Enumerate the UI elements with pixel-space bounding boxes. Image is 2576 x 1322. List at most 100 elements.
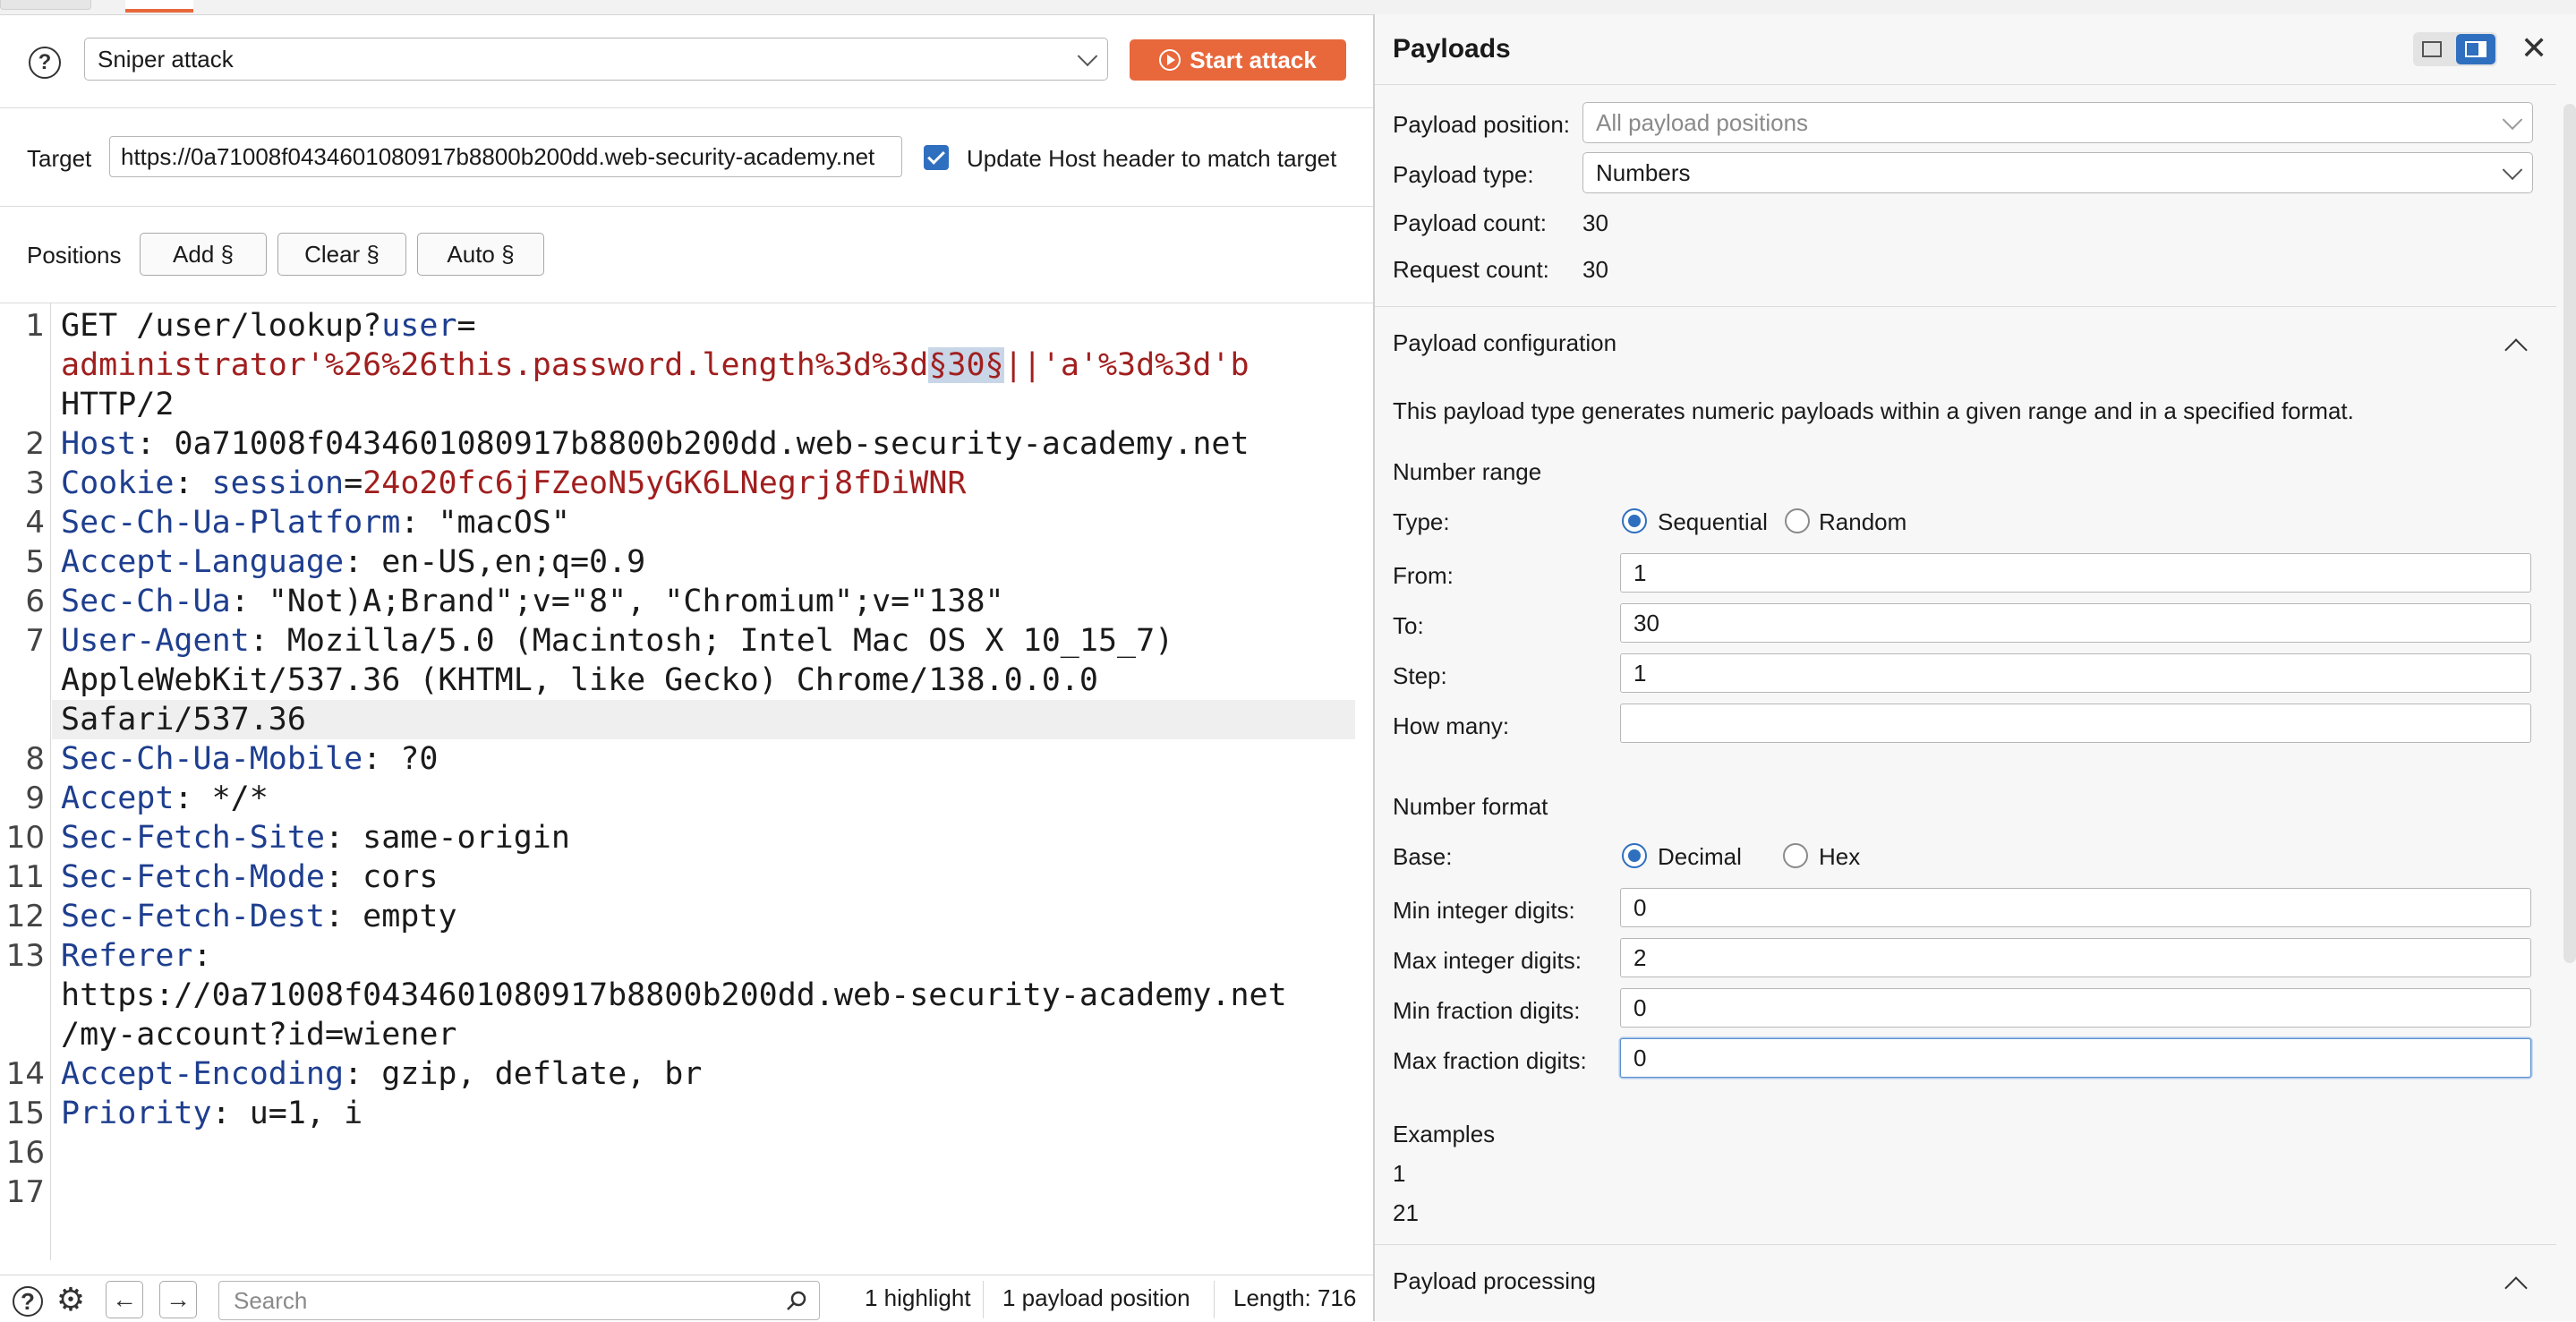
max-fraction-digits-input[interactable]: 0 [1620, 1038, 2531, 1078]
line-number: 16 [5, 1135, 45, 1171]
payload-type-select[interactable]: Numbers [1582, 152, 2533, 193]
chevron-down-icon [2502, 159, 2523, 181]
request-count-label: Request count: [1393, 256, 1549, 283]
payloads-title: Payloads [1393, 34, 1511, 64]
top-tab-strip [0, 0, 2576, 15]
line-number: 14 [5, 1056, 45, 1092]
previous-arrow-icon[interactable]: ← [106, 1281, 143, 1318]
payload-marker: §30§ [928, 347, 1004, 383]
request-line[interactable]: Sec-Ch-Ua: "Not)A;Brand";v="8", "Chromiu… [61, 582, 1004, 621]
header-name: Cookie [61, 465, 175, 501]
random-label: Random [1819, 508, 1907, 535]
header-name: User-Agent [61, 623, 250, 659]
request-line[interactable]: AppleWebKit/537.36 (KHTML, like Gecko) C… [61, 661, 1098, 700]
update-host-checkbox[interactable] [924, 145, 949, 170]
search-icon [787, 1291, 806, 1310]
request-line[interactable]: Referer: [61, 936, 212, 976]
max-integer-digits-input[interactable]: 2 [1620, 938, 2531, 977]
step-input[interactable]: 1 [1620, 653, 2531, 693]
start-attack-button[interactable]: Start attack [1130, 39, 1346, 81]
panel-scrollbar[interactable] [2563, 104, 2576, 963]
request-line[interactable]: Sec-Fetch-Dest: empty [61, 897, 457, 936]
collapse-chevron-icon[interactable] [2504, 338, 2528, 362]
example-item: 1 [1393, 1160, 1406, 1187]
highlight-count: 1 highlight [865, 1284, 971, 1311]
request-text: : */* [174, 780, 269, 816]
search-input[interactable]: Search [218, 1281, 820, 1320]
tab-active[interactable] [125, 0, 193, 13]
layout-split-icon[interactable] [2456, 34, 2495, 64]
tab-inactive[interactable] [0, 0, 91, 10]
help-icon[interactable]: ? [13, 1286, 43, 1317]
payload-position-select[interactable]: All payload positions [1582, 102, 2533, 143]
request-line[interactable]: Accept-Language: en-US,en;q=0.9 [61, 542, 645, 582]
close-icon[interactable]: ✕ [2521, 32, 2547, 64]
hex-label: Hex [1819, 843, 1861, 870]
payload-processing-title: Payload processing [1393, 1267, 1596, 1294]
add-marker-button[interactable]: Add § [140, 233, 267, 276]
param-value: 24o20fc6jFZeoN5yGK6LNegrj8fDiWNR [363, 465, 967, 501]
request-line[interactable]: Sec-Ch-Ua-Platform: "macOS" [61, 503, 570, 542]
random-radio[interactable] [1785, 508, 1810, 533]
how-many-input[interactable] [1620, 704, 2531, 743]
request-text: : ?0 [363, 741, 439, 777]
decimal-radio[interactable] [1622, 843, 1647, 868]
request-line[interactable]: User-Agent: Mozilla/5.0 (Macintosh; Inte… [61, 621, 1173, 661]
request-line[interactable]: Host: 0a71008f0434601080917b8800b200dd.w… [61, 424, 1250, 464]
request-line[interactable]: administrator'%26%26this.password.length… [61, 345, 1250, 385]
to-label: To: [1393, 612, 1424, 639]
base-label: Base: [1393, 843, 1453, 870]
request-line[interactable]: Sec-Fetch-Site: same-origin [61, 818, 570, 857]
number-format-title: Number format [1393, 793, 1548, 820]
line-number: 1 [25, 308, 45, 344]
request-line[interactable]: Accept: */* [61, 779, 269, 818]
hex-radio[interactable] [1783, 843, 1808, 868]
from-input[interactable]: 1 [1620, 553, 2531, 593]
line-number: 4 [25, 505, 45, 541]
sequential-radio[interactable] [1622, 508, 1647, 533]
gear-icon[interactable]: ⚙ [55, 1281, 86, 1318]
request-line[interactable]: Accept-Encoding: gzip, deflate, br [61, 1054, 702, 1094]
request-line[interactable]: Safari/537.36 [61, 700, 306, 739]
min-fraction-digits-input[interactable]: 0 [1620, 988, 2531, 1028]
auto-marker-button[interactable]: Auto § [417, 233, 544, 276]
request-line[interactable]: GET /user/lookup?user= [61, 306, 476, 345]
attack-type-select[interactable]: Sniper attack [84, 38, 1108, 81]
editor-status-bar: ? ⚙ ← → Search 1 highlight 1 payload pos… [0, 1275, 1373, 1322]
request-line[interactable]: Priority: u=1, i [61, 1094, 363, 1133]
line-number: 13 [5, 938, 45, 974]
help-icon[interactable]: ? [29, 47, 61, 79]
request-text: : "Not)A;Brand";v="8", "Chromium";v="138… [230, 584, 1004, 619]
chevron-down-icon [2502, 109, 2523, 131]
request-line[interactable]: Cookie: session=24o20fc6jFZeoN5yGK6LNegr… [61, 464, 966, 503]
request-line[interactable]: https://0a71008f0434601080917b8800b200dd… [61, 976, 1287, 1015]
examples-title: Examples [1393, 1121, 1496, 1147]
header-name: Accept [61, 780, 175, 816]
layout-toggle[interactable] [2413, 32, 2497, 66]
request-text: : [192, 938, 212, 974]
clear-marker-button[interactable]: Clear § [277, 233, 406, 276]
header-name: Referer [61, 938, 193, 974]
to-input[interactable]: 30 [1620, 603, 2531, 643]
header-name: Sec-Fetch-Mode [61, 859, 326, 895]
next-arrow-icon[interactable]: → [159, 1281, 197, 1318]
header-name: Sec-Fetch-Site [61, 820, 326, 856]
layout-single-icon[interactable] [2422, 41, 2442, 57]
request-editor[interactable]: 1 2 3 4 5 6 7 8 9 10 11 12 13 14 15 16 17 GET /user/look… [0, 303, 1373, 1260]
line-number: 3 [25, 465, 45, 501]
request-text: https://0a71008f0434601080917b8800b200dd… [61, 977, 1287, 1013]
request-line[interactable]: /my-account?id=wiener [61, 1015, 457, 1054]
request-line[interactable]: Sec-Ch-Ua-Mobile: ?0 [61, 739, 438, 779]
request-line[interactable]: HTTP/2 [61, 385, 174, 424]
min-integer-digits-input[interactable]: 0 [1620, 888, 2531, 927]
param-value: administrator'%26%26this.password.length… [61, 347, 929, 383]
target-url-input[interactable]: https://0a71008f0434601080917b8800b200dd… [109, 136, 902, 177]
how-many-label: How many: [1393, 712, 1510, 739]
config-description: This payload type generates numeric payl… [1393, 397, 2354, 424]
payload-position-value: All payload positions [1596, 108, 1809, 136]
request-line[interactable]: Sec-Fetch-Mode: cors [61, 857, 438, 897]
max-integer-digits-label: Max integer digits: [1393, 947, 1582, 974]
payload-count-value: 30 [1582, 209, 1608, 236]
collapse-chevron-icon[interactable] [2504, 1276, 2528, 1300]
header-name: Priority [61, 1096, 212, 1131]
